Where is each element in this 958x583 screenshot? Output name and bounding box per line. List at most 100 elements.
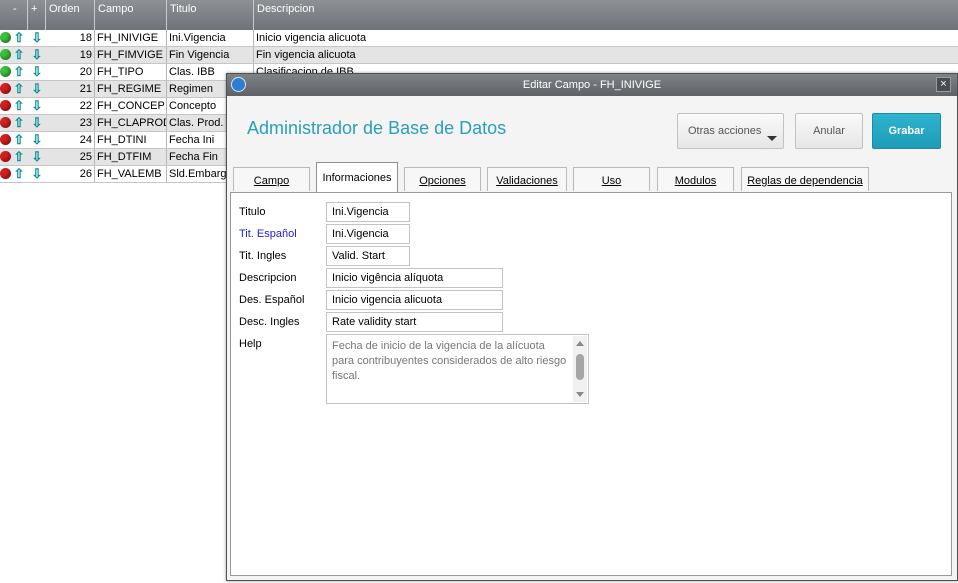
other-actions-button[interactable]: Otras acciones xyxy=(677,113,784,149)
move-down-icon[interactable]: ⇩ xyxy=(30,30,44,46)
campo-cell: FH_TIPO xyxy=(95,64,167,80)
other-actions-label: Otras acciones xyxy=(688,125,762,137)
col-header-campo[interactable]: Campo xyxy=(95,0,167,30)
campo-cell: FH_INIVIGE xyxy=(95,30,167,46)
tab-modulos[interactable]: Modulos xyxy=(657,167,734,191)
tab-opciones[interactable]: Opciones xyxy=(404,167,481,191)
move-up-icon[interactable]: ⇧ xyxy=(12,81,26,97)
move-up-icon[interactable]: ⇧ xyxy=(12,64,26,80)
move-up-icon[interactable]: ⇧ xyxy=(12,166,26,182)
campo-cell: FH_CONCEP xyxy=(95,98,167,114)
status-icon xyxy=(0,151,11,162)
col-header-titulo[interactable]: Titulo xyxy=(167,0,254,30)
status-icon xyxy=(0,134,11,145)
tab-label: Modulos xyxy=(674,175,717,187)
dialog-titlebar: Editar Campo - FH_INIVIGE × xyxy=(227,74,957,96)
tab-label: Informaciones xyxy=(322,172,392,184)
help-text: Fecha de inicio de la vigencia de la alí… xyxy=(332,340,567,382)
col-header-plus[interactable]: + xyxy=(28,0,46,30)
table-row[interactable]: ⇧ ⇩ 18 FH_INIVIGE Ini.Vigencia Inicio vigenci… xyxy=(0,30,958,47)
orden-cell: 26 xyxy=(46,166,95,182)
desc-ingles-label: Desc. Ingles xyxy=(239,316,300,328)
titulo-cell: Fin Vigencia xyxy=(167,47,254,63)
move-down-icon[interactable]: ⇩ xyxy=(30,166,44,182)
orden-cell: 23 xyxy=(46,115,95,131)
help-textarea[interactable]: Fecha de inicio de la vigencia de la alí… xyxy=(326,334,589,404)
status-icon xyxy=(0,168,11,179)
move-up-icon[interactable]: ⇧ xyxy=(12,30,26,46)
status-icon xyxy=(0,66,11,77)
campo-cell: FH_DTFIM xyxy=(95,149,167,165)
move-down-icon[interactable]: ⇩ xyxy=(30,47,44,63)
campo-cell: FH_REGIME xyxy=(95,81,167,97)
campo-cell: FH_FIMVIGE xyxy=(95,47,167,63)
help-scrollbar[interactable] xyxy=(573,336,587,402)
orden-cell: 18 xyxy=(46,30,95,46)
move-up-icon[interactable]: ⇧ xyxy=(12,115,26,131)
descripcion-cell: Fin vigencia alicuota xyxy=(256,49,356,61)
orden-cell: 20 xyxy=(46,64,95,80)
move-down-icon[interactable]: ⇩ xyxy=(30,98,44,114)
titulo-cell: Ini.Vigencia xyxy=(167,30,254,46)
move-down-icon[interactable]: ⇩ xyxy=(30,149,44,165)
tit-ingles-field[interactable]: Valid. Start xyxy=(326,246,410,266)
col-header-minus[interactable]: - xyxy=(10,0,28,30)
orden-cell: 22 xyxy=(46,98,95,114)
scroll-thumb[interactable] xyxy=(576,354,584,380)
orden-cell: 19 xyxy=(46,47,95,63)
status-icon xyxy=(0,117,11,128)
orden-cell: 24 xyxy=(46,132,95,148)
col-header-descripcion[interactable]: Descripcion xyxy=(254,0,958,30)
status-icon xyxy=(0,100,11,111)
tab-label: Validaciones xyxy=(496,175,558,187)
save-button[interactable]: Grabar xyxy=(872,113,941,149)
page-title: Administrador de Base de Datos xyxy=(247,118,507,138)
cancel-button[interactable]: Anular xyxy=(795,113,863,149)
move-up-icon[interactable]: ⇧ xyxy=(12,132,26,148)
tit-ingles-label: Tit. Ingles xyxy=(239,250,287,262)
move-up-icon[interactable]: ⇧ xyxy=(12,47,26,63)
move-up-icon[interactable]: ⇧ xyxy=(12,149,26,165)
close-icon[interactable]: × xyxy=(936,77,951,92)
scroll-down-icon[interactable] xyxy=(576,392,584,397)
scroll-up-icon[interactable] xyxy=(576,341,584,346)
edit-field-dialog: Editar Campo - FH_INIVIGE × Administrado… xyxy=(226,73,958,581)
campo-cell: FH_DTINI xyxy=(95,132,167,148)
titulo-label: Titulo xyxy=(239,206,266,218)
status-icon xyxy=(0,32,11,43)
tab-label: Reglas de dependencia xyxy=(747,175,863,187)
tit-espanol-label: Tit. Español xyxy=(239,228,297,240)
tit-espanol-field[interactable]: Ini.Vigencia xyxy=(326,224,410,244)
tab-reglas-de-dependencia[interactable]: Reglas de dependencia xyxy=(741,167,869,191)
tab-validaciones[interactable]: Validaciones xyxy=(487,167,567,191)
tab-label: Campo xyxy=(253,175,290,187)
status-icon xyxy=(0,83,11,94)
des-espanol-label: Des. Español xyxy=(239,294,305,306)
dialog-title: Editar Campo - FH_INIVIGE xyxy=(522,79,662,91)
orden-cell: 25 xyxy=(46,149,95,165)
move-down-icon[interactable]: ⇩ xyxy=(30,81,44,97)
tab-informaciones[interactable]: Informaciones xyxy=(316,162,398,192)
tab-label: Uso xyxy=(601,175,622,187)
status-icon xyxy=(0,49,11,60)
des-espanol-field[interactable]: Inicio vigencia alicuota xyxy=(326,290,503,310)
campo-cell: FH_CLAPROD xyxy=(97,115,167,131)
titulo-field[interactable]: Ini.Vigencia xyxy=(326,202,410,222)
descripcion-field[interactable]: Inicio vigência alíquota xyxy=(326,268,503,288)
caret-down-icon xyxy=(767,136,777,141)
help-label: Help xyxy=(239,338,262,350)
grid-header: - + Orden Campo Titulo Descripcion xyxy=(0,0,958,31)
tab-campo[interactable]: Campo xyxy=(233,167,310,191)
table-row[interactable]: ⇧ ⇩ 19 FH_FIMVIGE Fin Vigencia Fin vigencia a… xyxy=(0,47,958,64)
orden-cell: 21 xyxy=(46,81,95,97)
move-down-icon[interactable]: ⇩ xyxy=(30,64,44,80)
desc-ingles-field[interactable]: Rate validity start xyxy=(326,312,503,332)
tab-uso[interactable]: Uso xyxy=(573,167,650,191)
informaciones-panel: Titulo Ini.Vigencia Tit. Español Ini.Vig… xyxy=(230,192,952,576)
move-up-icon[interactable]: ⇧ xyxy=(12,98,26,114)
move-down-icon[interactable]: ⇩ xyxy=(30,132,44,148)
col-header-orden[interactable]: Orden xyxy=(46,0,95,30)
descripcion-label: Descripcion xyxy=(239,272,297,284)
dialog-header: Administrador de Base de Datos Otras acc… xyxy=(227,96,957,164)
move-down-icon[interactable]: ⇩ xyxy=(30,115,44,131)
